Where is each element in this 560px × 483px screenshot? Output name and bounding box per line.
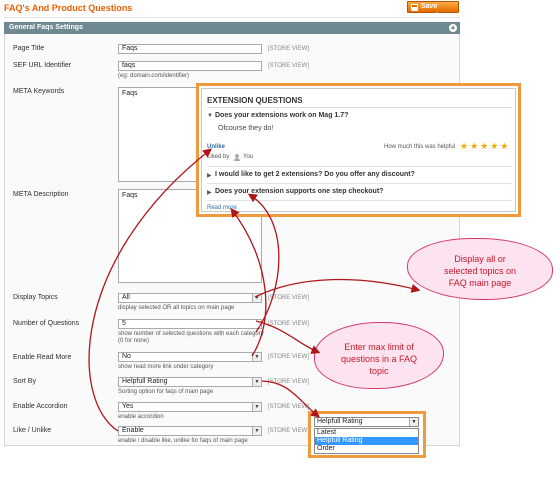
read-more-scope: [STORE VIEW] (268, 354, 309, 360)
num-questions-label: Number of Questions (13, 320, 80, 327)
callout-line: Enter max limit of (344, 342, 414, 352)
sort-option-helpfull-rating[interactable]: Helpfull Rating (315, 437, 418, 445)
callout-line: FAQ main page (448, 278, 512, 288)
display-topics-label: Display Topics (13, 294, 58, 301)
accordion-note: enable accordion (118, 414, 164, 420)
sort-option-latest[interactable]: Latest (315, 429, 418, 437)
faq-separator (207, 183, 512, 184)
page-title-label: Page Title (13, 45, 45, 52)
accordion-select[interactable]: Yes ▼ (118, 402, 262, 412)
save-config-button[interactable]: Save Config (407, 1, 459, 20)
faq-question-1[interactable]: Does your extensions work on Mag 1.7? (215, 112, 348, 119)
faq-separator (207, 166, 512, 167)
callout-line: questions in a FAQ (340, 354, 418, 364)
callout-display-topics: Display all or selected topics on FAQ ma… (407, 238, 553, 300)
display-topics-select[interactable]: All ▼ (118, 293, 262, 303)
callout-line: selected topics on (443, 266, 517, 276)
num-questions-input[interactable]: 5 (118, 319, 262, 329)
section-header[interactable]: General Faqs Settings ▴ (4, 22, 460, 34)
like-unlike-scope: [STORE VIEW] (268, 428, 309, 434)
title-divider (4, 17, 460, 18)
num-questions-note: show number of selected questions with e… (118, 331, 264, 344)
sort-by-value: Helpfull Rating (122, 378, 168, 385)
expanded-arrow-icon: ▼ (207, 113, 213, 119)
sef-url-label: SEF URL Identifier (13, 62, 72, 69)
sort-dropdown-value: Helpfull Rating (317, 418, 363, 425)
chevron-down-icon: ▼ (409, 418, 418, 426)
read-more-label: Enable Read More (13, 354, 72, 361)
unlike-link[interactable]: Unlike (207, 144, 225, 150)
read-more-value: No (122, 353, 131, 360)
sort-option-order[interactable]: Order (315, 445, 418, 453)
accordion-scope: [STORE VIEW] (268, 404, 309, 410)
collapsed-arrow-icon: ▶ (207, 173, 212, 179)
sort-dropdown-expanded: Helpfull Rating ▼ Latest Helpfull Rating… (308, 411, 426, 458)
display-topics-value: All (122, 294, 130, 301)
callout-line: topic (369, 366, 389, 376)
chevron-down-icon: ▼ (252, 378, 261, 386)
sort-by-select[interactable]: Helpfull Rating ▼ (118, 377, 262, 387)
chevron-down-icon: ▼ (252, 353, 261, 361)
faq-preview-popup: EXTENSION QUESTIONS ▼ Does your extensio… (196, 83, 521, 217)
faq-question-3[interactable]: Does your extension supports one step ch… (215, 188, 383, 195)
helpful-rating-label: How much this was helpful (384, 144, 456, 150)
user-icon (234, 154, 240, 161)
page-title-input[interactable]: Faqs (118, 44, 262, 54)
collapse-toggle-icon[interactable]: ▴ (449, 24, 457, 32)
sort-by-label: Sort By (13, 378, 36, 385)
chevron-down-icon: ▼ (252, 294, 261, 302)
display-topics-note: display selected OR all topics on main p… (118, 305, 235, 311)
sort-by-scope: [STORE VIEW] (268, 379, 309, 385)
meta-keywords-label: META Keywords (13, 88, 65, 95)
sort-dropdown-list: Latest Helpfull Rating Order (314, 428, 419, 454)
display-topics-scope: [STORE VIEW] (268, 295, 309, 301)
sort-dropdown-select[interactable]: Helpfull Rating ▼ (314, 417, 419, 427)
read-more-note: show read more link under category (118, 364, 214, 370)
faq-answer-1: Ofcourse they do! (218, 125, 274, 132)
like-unlike-label: Like / Unlike (13, 427, 52, 434)
page-title-scope: [STORE VIEW] (268, 46, 309, 52)
faq-preview-inner: EXTENSION QUESTIONS ▼ Does your extensio… (201, 88, 516, 212)
accordion-value: Yes (122, 403, 134, 410)
page-title: FAQ's And Product Questions (4, 3, 133, 13)
like-unlike-value: Enable (122, 427, 144, 434)
num-questions-scope: [STORE VIEW] (268, 321, 309, 327)
liked-by-label: Liked by (207, 154, 230, 160)
save-icon (411, 4, 418, 11)
liked-by-user: You (243, 154, 254, 160)
like-unlike-note: enable / disable like, unlike for faqs o… (118, 438, 248, 444)
sef-url-input[interactable]: faqs (118, 61, 262, 71)
faq-preview-divider (207, 107, 512, 108)
chevron-down-icon: ▼ (252, 427, 261, 435)
callout-line: Display all or (454, 254, 506, 264)
helpful-rating-stars[interactable]: ★★★★★ (460, 141, 510, 152)
sef-url-scope: [STORE VIEW] (268, 63, 309, 69)
sef-url-note: (eg: domain.com/identifier) (118, 73, 190, 79)
read-more-link[interactable]: Read more (207, 205, 237, 211)
accordion-label: Enable Accordion (13, 403, 68, 410)
read-more-select[interactable]: No ▼ (118, 352, 262, 362)
faq-separator (207, 200, 512, 201)
meta-description-label: META Description (13, 191, 69, 198)
like-unlike-select[interactable]: Enable ▼ (118, 426, 262, 436)
faq-question-2[interactable]: I would like to get 2 extensions? Do you… (215, 171, 415, 178)
chevron-down-icon: ▼ (252, 403, 261, 411)
sort-by-note: Sorting option for faqs of main page (118, 389, 214, 395)
collapsed-arrow-icon: ▶ (207, 190, 212, 196)
faq-preview-title: EXTENSION QUESTIONS (207, 96, 303, 105)
section-title: General Faqs Settings (9, 24, 83, 31)
